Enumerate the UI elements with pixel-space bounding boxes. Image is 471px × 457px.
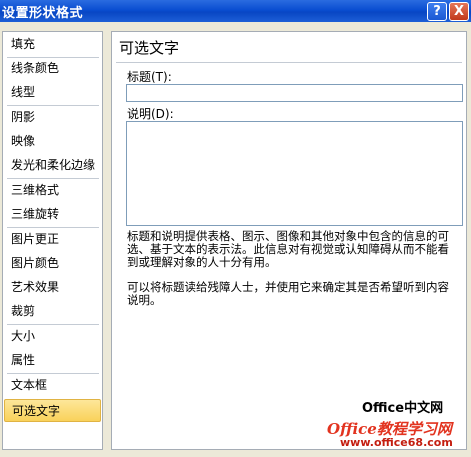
sidebar-item-line-color[interactable]: 线条颜色 (4, 57, 101, 80)
sidebar-item-properties[interactable]: 属性 (4, 349, 101, 372)
panel-heading: 可选文字 (119, 39, 180, 57)
sidebar-item-reflection[interactable]: 映像 (4, 130, 101, 153)
heading-divider (116, 62, 462, 63)
sidebar-item-3d-rotation[interactable]: 三维旋转 (4, 203, 101, 226)
sidebar-item-3d-format[interactable]: 三维格式 (4, 179, 101, 202)
sidebar-item-alt-text[interactable]: 可选文字 (4, 399, 101, 422)
watermark-logo: Office中文网 (362, 401, 444, 416)
sidebar-item-fill[interactable]: 填充 (4, 33, 101, 56)
dialog-body: 填充 线条颜色 线型 阴影 映像 发光和柔化边缘 三维格式 三维旋转 图片更正 … (0, 22, 471, 457)
sidebar-item-line-style[interactable]: 线型 (4, 81, 101, 104)
sidebar-item-picture-color[interactable]: 图片颜色 (4, 252, 101, 275)
sidebar-item-picture-corrections[interactable]: 图片更正 (4, 228, 101, 251)
sidebar-item-size[interactable]: 大小 (4, 325, 101, 348)
watermark-url: www.office68.com (340, 436, 453, 449)
close-button[interactable]: X (449, 2, 469, 21)
sidebar-item-crop[interactable]: 裁剪 (4, 300, 101, 323)
sidebar-item-shadow[interactable]: 阴影 (4, 106, 101, 129)
title-label: 标题(T): (127, 70, 172, 84)
title-input[interactable] (126, 84, 463, 102)
sidebar-item-text-box[interactable]: 文本框 (4, 374, 101, 397)
help-text-secondary: 可以将标题读给残障人士，并使用它来确定其是否希望听到内容说明。 (127, 280, 449, 307)
category-sidebar: 填充 线条颜色 线型 阴影 映像 发光和柔化边缘 三维格式 三维旋转 图片更正 … (2, 31, 103, 450)
title-bar: 设置形状格式 ? X (0, 0, 471, 22)
sidebar-item-artistic-effects[interactable]: 艺术效果 (4, 276, 101, 299)
description-textarea[interactable] (126, 121, 463, 226)
description-label: 说明(D): (127, 107, 174, 121)
alt-text-panel: 可选文字 标题(T): 说明(D): 标题和说明提供表格、图示、图像和其他对象中… (111, 31, 467, 450)
help-button[interactable]: ? (427, 2, 447, 21)
sidebar-item-glow-soft-edges[interactable]: 发光和柔化边缘 (4, 154, 101, 177)
window-title: 设置形状格式 (2, 5, 84, 21)
help-text-primary: 标题和说明提供表格、图示、图像和其他对象中包含的信息的可选、基于文本的表示法。此… (127, 229, 449, 269)
